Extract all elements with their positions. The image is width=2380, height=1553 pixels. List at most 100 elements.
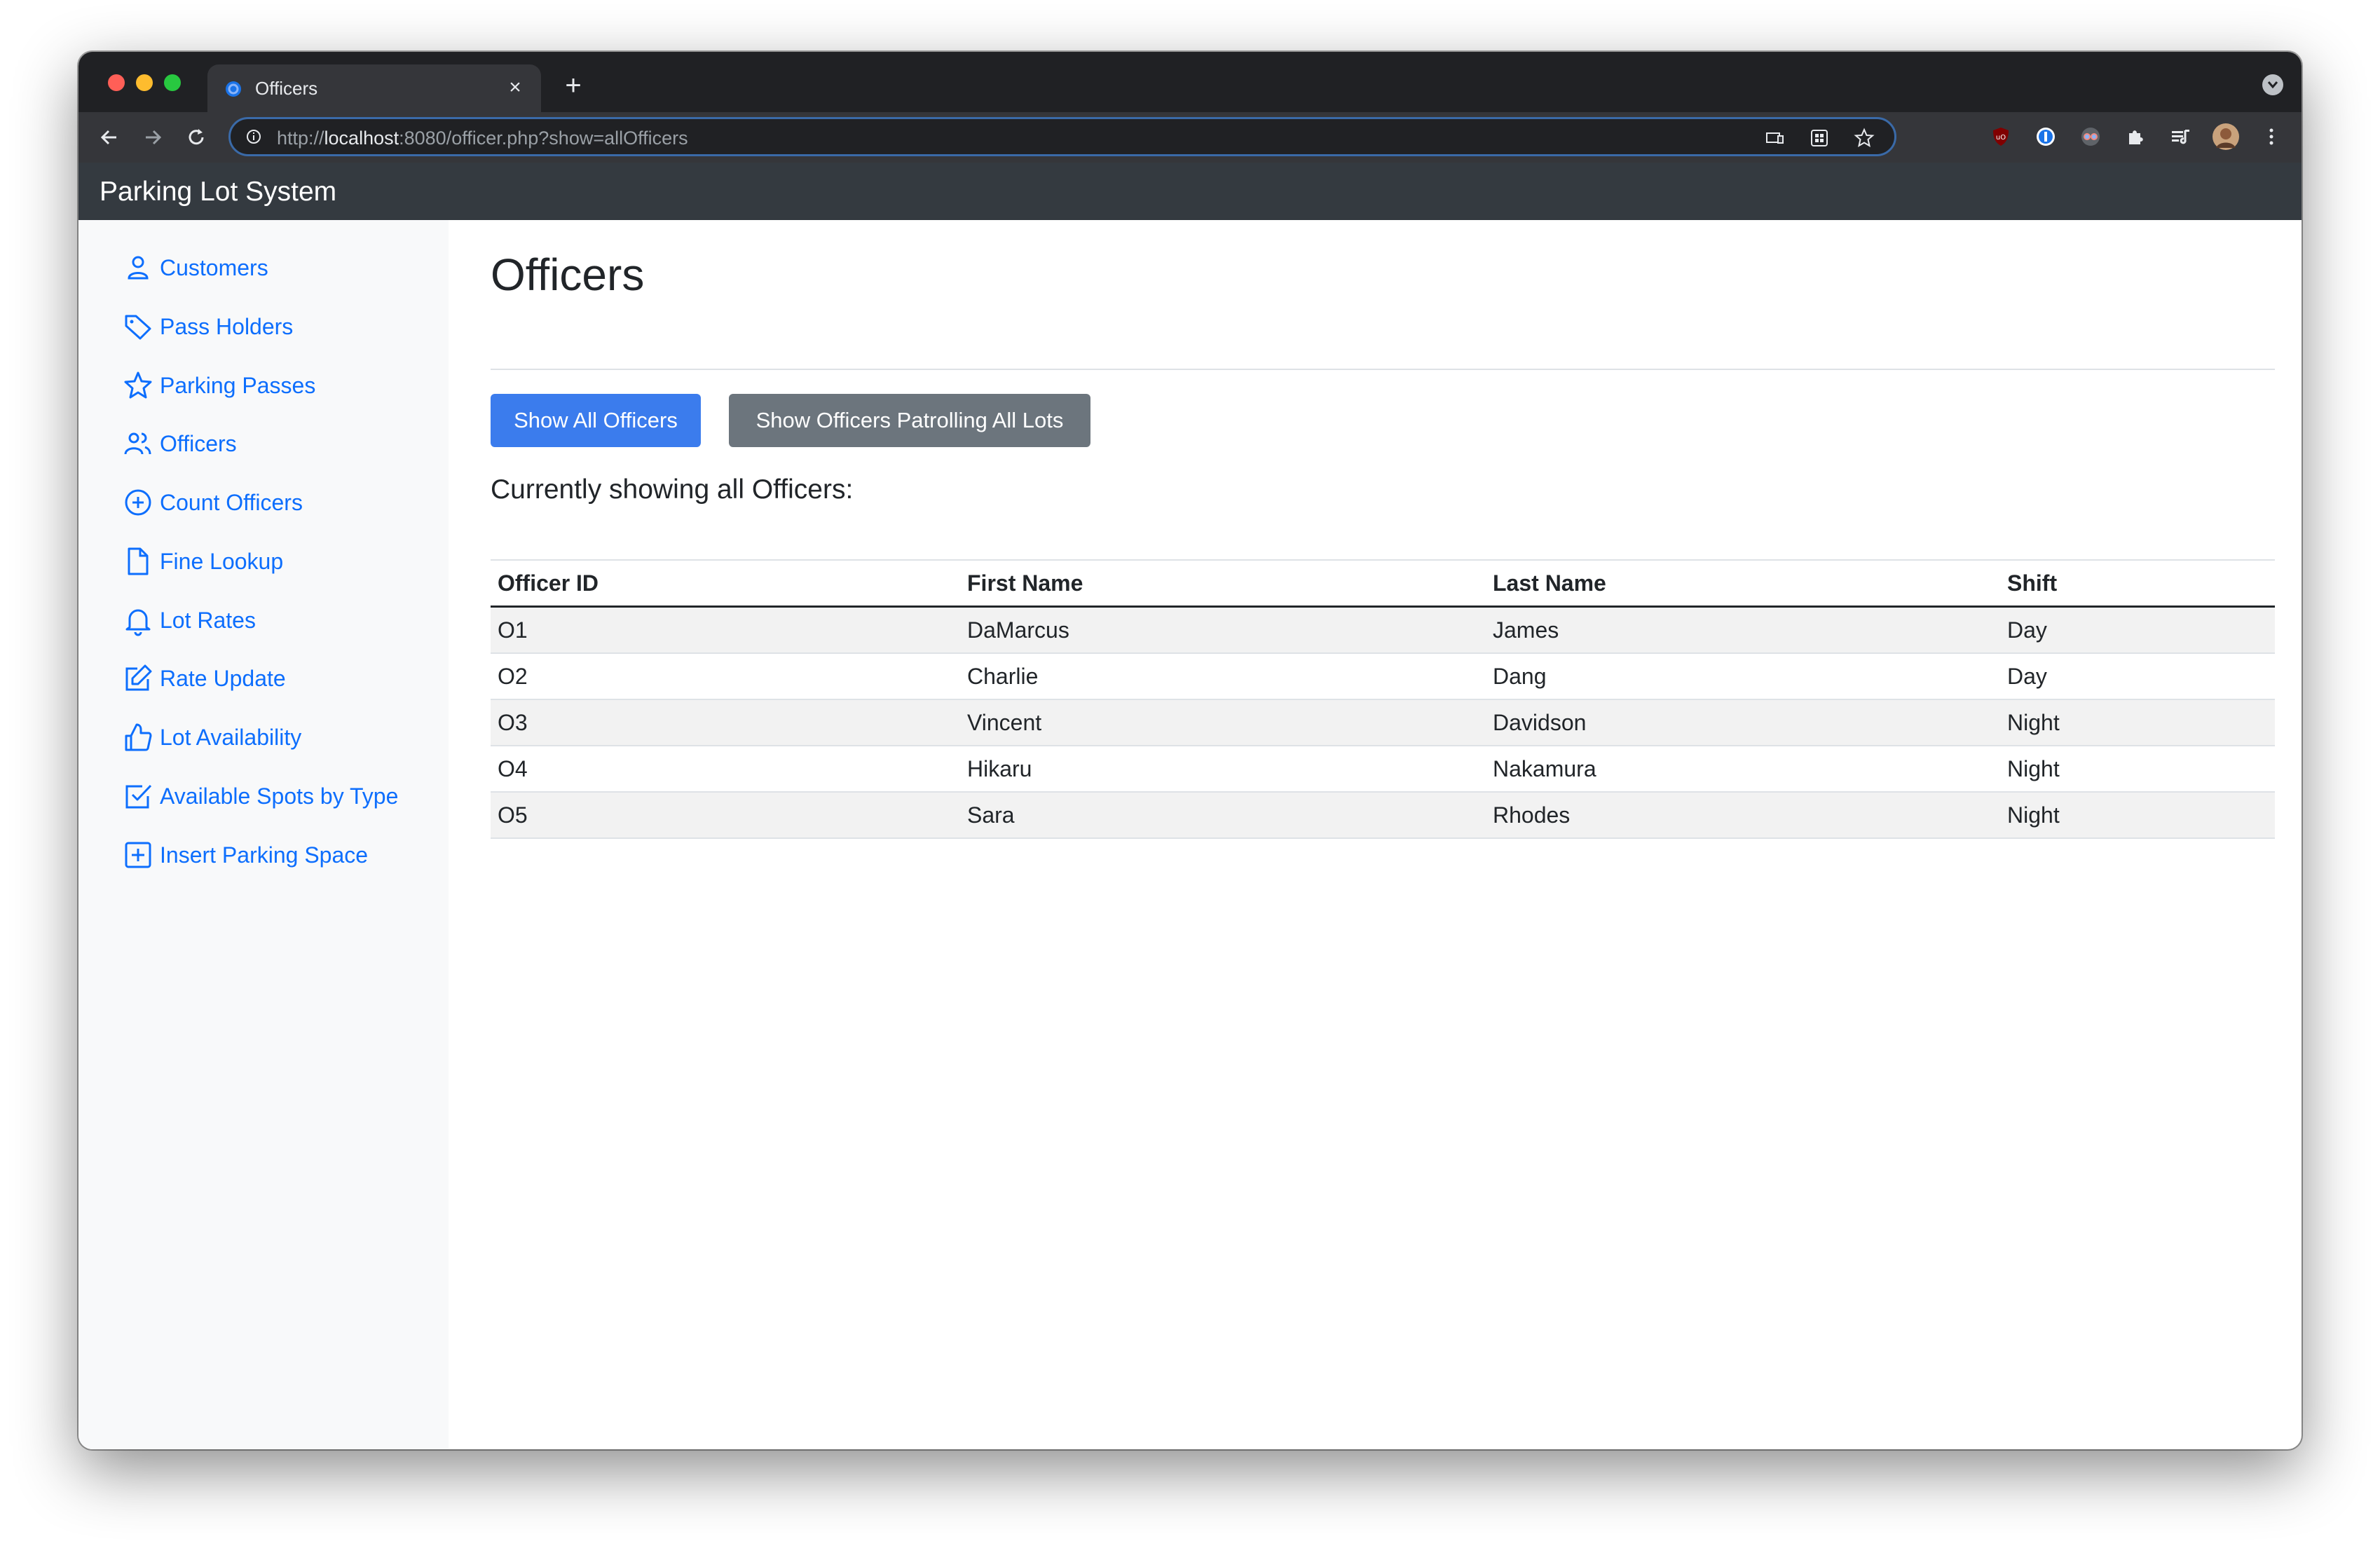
media-queue-icon[interactable]: [2168, 125, 2192, 149]
avatar[interactable]: [2212, 123, 2240, 151]
tab-search-button[interactable]: [2262, 74, 2283, 95]
check-square-icon: [125, 784, 152, 809]
sidebar-item-count-officers[interactable]: Count Officers: [122, 481, 303, 524]
table-row: O1 DaMarcus James Day: [491, 608, 2275, 654]
cell-first-name: DaMarcus: [967, 617, 1069, 643]
chevron-down-icon: [2267, 81, 2278, 89]
cell-officer-id: O3: [498, 710, 528, 735]
table-header-row: Officer ID First Name Last Name Shift: [491, 559, 2275, 608]
cast-icon[interactable]: [1764, 128, 1785, 149]
bell-icon: [125, 609, 151, 636]
sidebar-item-parking-passes[interactable]: Parking Passes: [122, 364, 315, 406]
cell-officer-id: O1: [498, 617, 528, 643]
svg-text:uO: uO: [1996, 134, 2006, 142]
table-row: O4 Hikaru Nakamura Night: [491, 746, 2275, 793]
cell-shift: Night: [2007, 756, 2060, 781]
sidebar-item-label: Fine Lookup: [160, 549, 284, 574]
cell-officer-id: O5: [498, 802, 528, 828]
sidebar-item-fine-lookup[interactable]: Fine Lookup: [122, 540, 283, 582]
url-rest: :8080/officer.php?show=allOfficers: [399, 128, 688, 149]
cell-officer-id: O2: [498, 664, 528, 689]
reload-icon[interactable]: [184, 125, 209, 150]
sidebar-item-pass-holders[interactable]: Pass Holders: [122, 306, 293, 348]
favicon-icon: [226, 81, 241, 97]
minimize-window-button[interactable]: [136, 74, 153, 91]
sidebar-item-label: Insert Parking Space: [160, 842, 369, 868]
sidebar-item-customers[interactable]: Customers: [122, 247, 268, 289]
sidebar-item-lot-rates[interactable]: Lot Rates: [122, 599, 256, 641]
star-icon: [124, 371, 152, 399]
kebab-menu-icon[interactable]: [2259, 125, 2283, 149]
close-window-button[interactable]: [108, 74, 125, 91]
cell-officer-id: O4: [498, 756, 528, 781]
show-officers-patrolling-button[interactable]: Show Officers Patrolling All Lots: [729, 394, 1090, 447]
column-header-shift: Shift: [2007, 570, 2058, 596]
cell-last-name: Nakamura: [1493, 756, 1596, 781]
brand-title[interactable]: Parking Lot System: [100, 178, 336, 206]
maximize-window-button[interactable]: [164, 74, 181, 91]
cell-last-name: Rhodes: [1493, 802, 1571, 828]
url-text[interactable]: http://localhost:8080/officer.php?show=a…: [277, 128, 688, 149]
address-bar[interactable]: http://localhost:8080/officer.php?show=a…: [228, 117, 1896, 156]
table-row: O3 Vincent Davidson Night: [491, 700, 2275, 746]
cell-first-name: Vincent: [967, 710, 1042, 735]
sidebar-item-label: Parking Passes: [160, 373, 316, 398]
column-header-officer-id: Officer ID: [498, 570, 599, 596]
tab-title: Officers: [255, 78, 318, 99]
sidebar-item-rate-update[interactable]: Rate Update: [122, 657, 286, 699]
column-header-last-name: Last Name: [1493, 570, 1606, 596]
plus-square-icon: [125, 842, 151, 868]
cell-first-name: Charlie: [967, 664, 1039, 689]
browser-toolbar: http://localhost:8080/officer.php?show=a…: [78, 112, 2302, 163]
plus-circle-icon: [125, 489, 151, 516]
cell-shift: Night: [2007, 710, 2060, 735]
url-host: localhost: [324, 128, 399, 149]
tab-officers[interactable]: Officers ×: [207, 64, 541, 112]
cell-last-name: Dang: [1493, 664, 1547, 689]
cell-shift: Night: [2007, 802, 2060, 828]
divider: [491, 369, 2275, 370]
password-manager-extension-icon[interactable]: [2034, 125, 2058, 149]
thumbs-up-icon: [125, 723, 152, 751]
file-icon: [128, 547, 149, 575]
cell-last-name: Davidson: [1493, 710, 1587, 735]
sidebar-item-label: Officers: [160, 431, 237, 456]
new-tab-button[interactable]: +: [559, 71, 587, 100]
qr-code-icon[interactable]: [1809, 128, 1830, 149]
sidebar-item-lot-availability[interactable]: Lot Availability: [122, 716, 301, 758]
sidebar-item-label: Rate Update: [160, 666, 286, 691]
ublock-extension-icon[interactable]: uO: [1989, 125, 2013, 149]
cell-first-name: Hikaru: [967, 756, 1032, 781]
table-row: O5 Sara Rhodes Night: [491, 793, 2275, 839]
tab-strip: Officers × +: [78, 52, 2302, 112]
officers-table: Officer ID First Name Last Name Shift O1…: [491, 559, 2275, 839]
glasses-extension-icon[interactable]: [2079, 125, 2102, 149]
people-icon: [124, 432, 151, 455]
sidebar-item-label: Available Spots by Type: [160, 784, 399, 809]
sidebar-item-officers[interactable]: Officers: [122, 423, 237, 465]
puzzle-extensions-icon[interactable]: [2123, 125, 2147, 149]
url-prefix: http://: [277, 128, 324, 149]
cell-shift: Day: [2007, 664, 2047, 689]
sidebar-item-label: Lot Availability: [160, 725, 302, 750]
back-arrow-icon[interactable]: [97, 125, 122, 150]
browser-window: Officers × + http://localhost:8080/offic…: [78, 52, 2302, 1449]
sidebar-item-label: Lot Rates: [160, 608, 256, 633]
app-navbar: Parking Lot System: [78, 163, 2302, 220]
close-tab-icon[interactable]: ×: [503, 76, 527, 100]
forward-arrow-icon[interactable]: [140, 125, 165, 150]
sidebar-item-label: Customers: [160, 255, 268, 280]
sidebar-item-available-spots-by-type[interactable]: Available Spots by Type: [122, 775, 398, 817]
bookmark-star-icon[interactable]: [1854, 128, 1875, 149]
show-all-officers-button[interactable]: Show All Officers: [491, 394, 701, 447]
table-row: O2 Charlie Dang Day: [491, 654, 2275, 700]
column-header-first-name: First Name: [967, 570, 1083, 596]
sidebar-item-label: Pass Holders: [160, 314, 294, 339]
person-icon: [128, 256, 149, 280]
cell-last-name: James: [1493, 617, 1559, 643]
sidebar: Customers Pass Holders Parking Passes Of…: [78, 220, 449, 1449]
main-content: Officers Show All Officers Show Officers…: [449, 220, 2302, 1449]
cell-shift: Day: [2007, 617, 2047, 643]
info-icon[interactable]: [246, 129, 261, 144]
sidebar-item-insert-parking-space[interactable]: Insert Parking Space: [122, 834, 368, 876]
